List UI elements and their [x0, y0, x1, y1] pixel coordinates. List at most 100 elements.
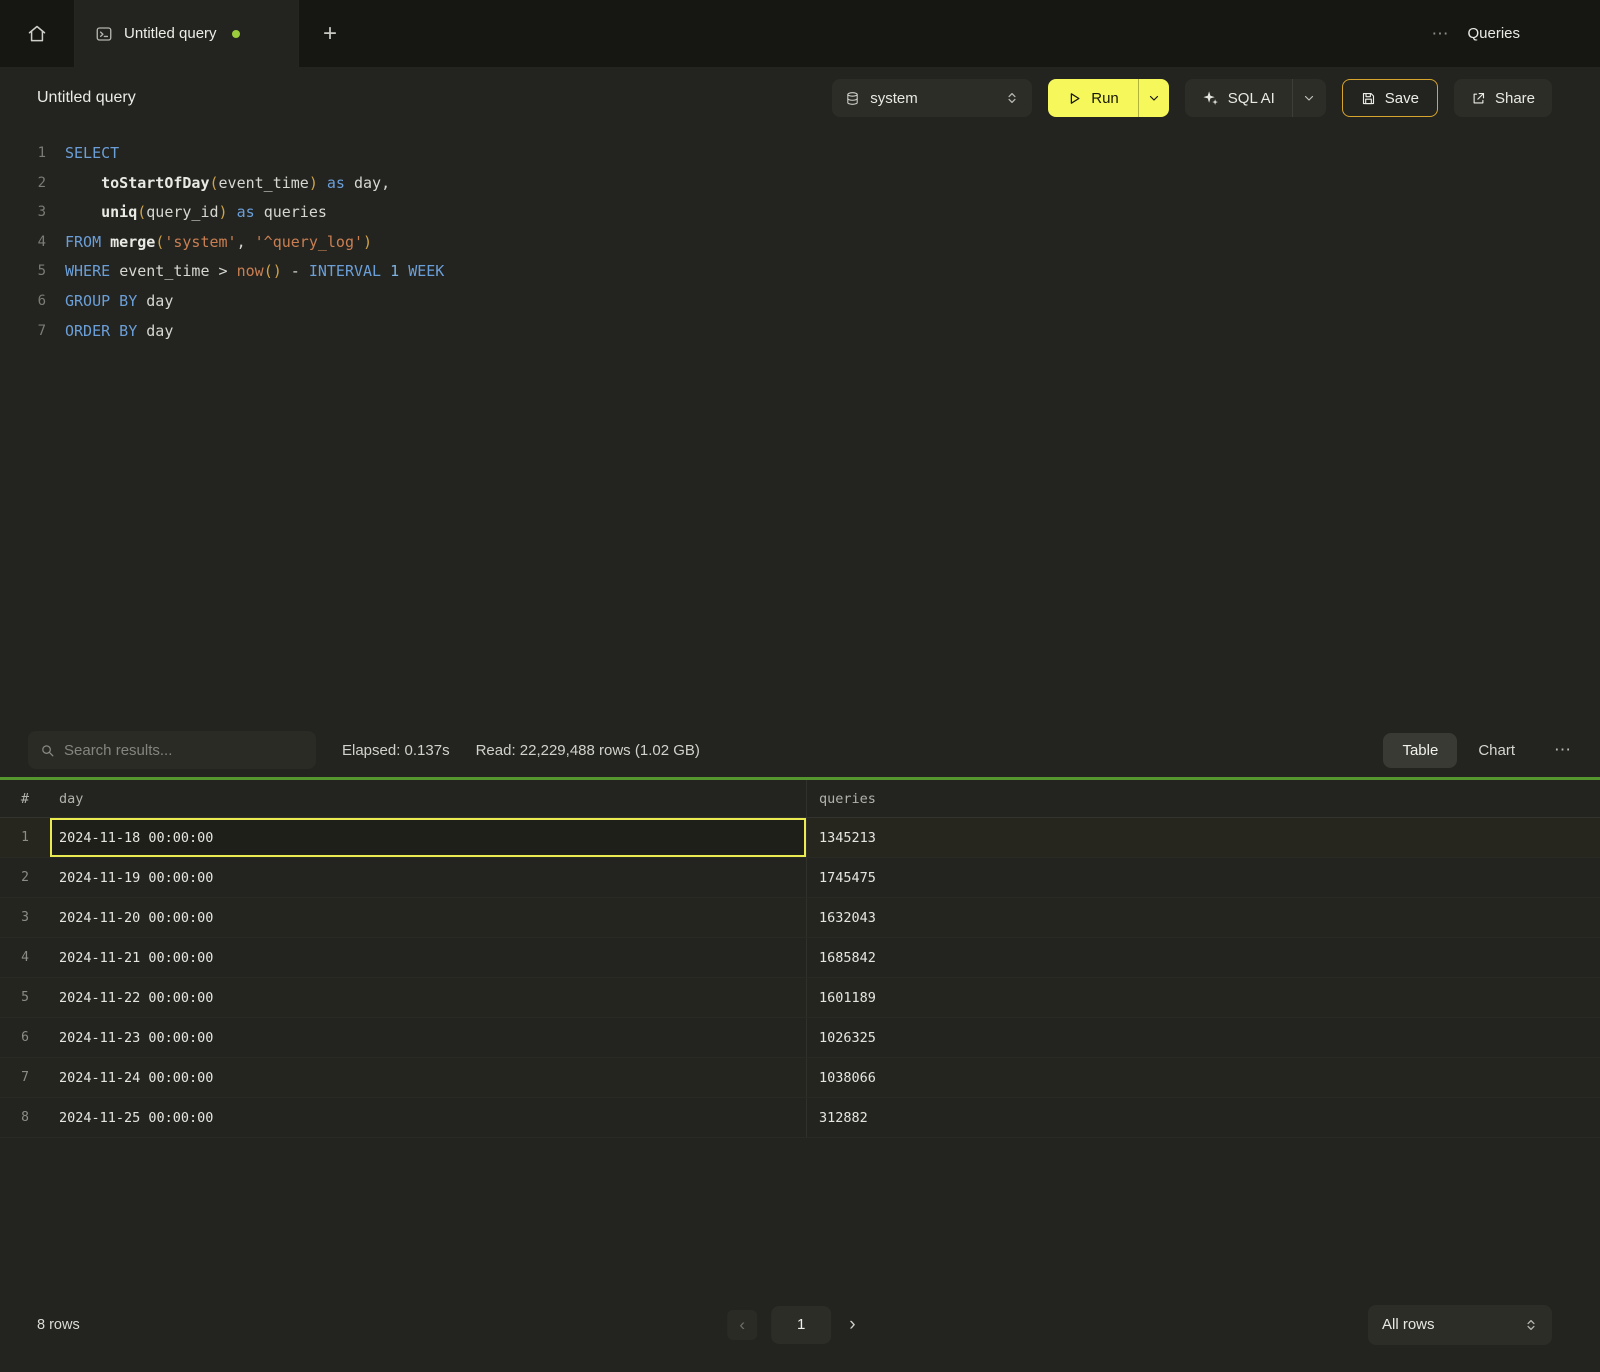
tab-bar: Untitled query + ⋯ Queries: [0, 0, 1600, 67]
column-header-index: #: [0, 791, 50, 807]
rows-per-page-value: All rows: [1382, 1316, 1435, 1333]
page-title: Untitled query: [37, 89, 136, 107]
results-more-button[interactable]: ⋯: [1554, 740, 1572, 760]
code-line[interactable]: 1 SELECT: [0, 139, 1600, 169]
row-number: 2: [0, 858, 50, 897]
column-header-day[interactable]: day: [50, 780, 807, 817]
cell-day[interactable]: 2024-11-23 00:00:00: [50, 1018, 807, 1057]
sparkles-icon: [1202, 90, 1219, 107]
home-icon: [27, 24, 47, 44]
new-tab-button[interactable]: +: [299, 0, 361, 67]
queries-button[interactable]: Queries: [1467, 25, 1520, 42]
table-row: 82024-11-25 00:00:00312882: [0, 1098, 1600, 1138]
previous-page-button[interactable]: ‹: [727, 1310, 757, 1340]
sql-console: Untitled query + ⋯ Queries Untitled quer…: [0, 0, 1600, 1372]
column-header-queries[interactable]: queries: [807, 791, 1600, 807]
code-line[interactable]: 7 ORDER BY day: [0, 317, 1600, 347]
code-text: GROUP BY day: [65, 287, 173, 317]
run-button[interactable]: Run: [1048, 79, 1138, 117]
database-selector-value: system: [870, 90, 918, 107]
cell-day[interactable]: 2024-11-24 00:00:00: [50, 1058, 807, 1097]
cell-queries[interactable]: 312882: [807, 1098, 1600, 1137]
tab-bar-more-button[interactable]: ⋯: [1431, 24, 1449, 44]
cell-queries[interactable]: 1601189: [807, 978, 1600, 1017]
database-selector[interactable]: system: [832, 79, 1032, 117]
code-text: uniq(query_id) as queries: [65, 198, 327, 228]
save-button-label: Save: [1385, 90, 1419, 107]
chevrons-up-down-icon: [1524, 1318, 1538, 1332]
save-button[interactable]: Save: [1342, 79, 1438, 117]
search-icon: [40, 743, 55, 758]
save-icon: [1361, 91, 1376, 106]
cell-queries[interactable]: 1745475: [807, 858, 1600, 897]
search-box: [28, 731, 316, 769]
play-icon: [1067, 91, 1082, 106]
cell-queries[interactable]: 1685842: [807, 938, 1600, 977]
cell-queries[interactable]: 1026325: [807, 1018, 1600, 1057]
code-text: ORDER BY day: [65, 317, 173, 347]
line-number: 6: [0, 287, 46, 317]
line-number: 5: [0, 257, 46, 287]
results-table-body: 12024-11-18 00:00:00134521322024-11-19 0…: [0, 818, 1600, 1138]
rows-per-page-select[interactable]: All rows: [1368, 1305, 1552, 1345]
database-icon: [845, 91, 860, 106]
row-number: 7: [0, 1058, 50, 1097]
share-icon: [1471, 91, 1486, 106]
code-text: FROM merge('system', '^query_log'): [65, 228, 372, 258]
cell-day[interactable]: 2024-11-22 00:00:00: [50, 978, 807, 1017]
current-page-button[interactable]: 1: [771, 1306, 831, 1344]
code-text: SELECT: [65, 139, 119, 169]
header-actions: system Run SQL AI: [832, 79, 1552, 117]
cell-day[interactable]: 2024-11-21 00:00:00: [50, 938, 807, 977]
sql-ai-options-button[interactable]: [1292, 79, 1326, 117]
results-table-header: # day queries: [0, 780, 1600, 818]
cell-queries[interactable]: 1632043: [807, 898, 1600, 937]
cell-day[interactable]: 2024-11-18 00:00:00: [50, 818, 807, 857]
code-line[interactable]: 6 GROUP BY day: [0, 287, 1600, 317]
cell-day[interactable]: 2024-11-20 00:00:00: [50, 898, 807, 937]
code-line[interactable]: 2 toStartOfDay(event_time) as day,: [0, 169, 1600, 199]
search-results-input[interactable]: [64, 742, 304, 759]
code-editor[interactable]: 1SELECT2 toStartOfDay(event_time) as day…: [0, 129, 1600, 723]
chevron-down-icon: [1148, 92, 1160, 104]
chevrons-up-down-icon: [1005, 91, 1019, 105]
row-number: 5: [0, 978, 50, 1017]
results-view-controls: Table Chart ⋯: [1383, 733, 1572, 768]
results-footer: 8 rows ‹ 1 › All rows: [0, 1277, 1600, 1372]
code-line[interactable]: 4 FROM merge('system', '^query_log'): [0, 228, 1600, 258]
table-row: 42024-11-21 00:00:001685842: [0, 938, 1600, 978]
tab-bar-right: ⋯ Queries: [1431, 0, 1600, 67]
read-stats: Read: 22,229,488 rows (1.02 GB): [476, 742, 700, 759]
line-number: 2: [0, 169, 46, 199]
cell-day[interactable]: 2024-11-25 00:00:00: [50, 1098, 807, 1137]
row-number: 3: [0, 898, 50, 937]
share-button-label: Share: [1495, 90, 1535, 107]
code-text: WHERE event_time > now() - INTERVAL 1 WE…: [65, 257, 444, 287]
sql-ai-button[interactable]: SQL AI: [1185, 79, 1292, 117]
view-chart-button[interactable]: Chart: [1459, 733, 1534, 768]
cell-day[interactable]: 2024-11-19 00:00:00: [50, 858, 807, 897]
share-button[interactable]: Share: [1454, 79, 1552, 117]
view-table-button[interactable]: Table: [1383, 733, 1457, 768]
run-button-group: Run: [1048, 79, 1169, 117]
code-line[interactable]: 3 uniq(query_id) as queries: [0, 198, 1600, 228]
line-number: 4: [0, 228, 46, 258]
run-options-button[interactable]: [1138, 79, 1169, 117]
line-number: 7: [0, 317, 46, 347]
table-row: 72024-11-24 00:00:001038066: [0, 1058, 1600, 1098]
next-page-button[interactable]: ›: [845, 1310, 859, 1340]
row-number: 1: [0, 818, 50, 857]
row-number: 4: [0, 938, 50, 977]
code-line[interactable]: 5 WHERE event_time > now() - INTERVAL 1 W…: [0, 257, 1600, 287]
cell-queries[interactable]: 1038066: [807, 1058, 1600, 1097]
line-number: 3: [0, 198, 46, 228]
table-row: 22024-11-19 00:00:001745475: [0, 858, 1600, 898]
home-button[interactable]: [0, 0, 75, 67]
line-number: 1: [0, 139, 46, 169]
code-text: toStartOfDay(event_time) as day,: [65, 169, 390, 199]
table-row: 12024-11-18 00:00:001345213: [0, 818, 1600, 858]
cell-queries[interactable]: 1345213: [807, 818, 1600, 857]
tab-untitled-query[interactable]: Untitled query: [75, 0, 299, 67]
results-toolbar: Elapsed: 0.137s Read: 22,229,488 rows (1…: [0, 723, 1600, 777]
elapsed-time: Elapsed: 0.137s: [342, 742, 450, 759]
